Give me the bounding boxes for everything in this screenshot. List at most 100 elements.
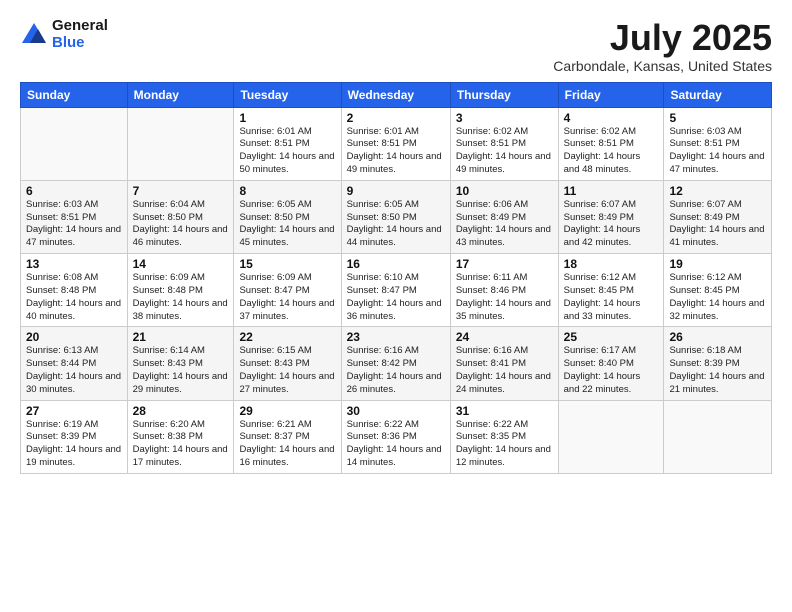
- day-number: 17: [456, 257, 553, 271]
- day-info: Sunrise: 6:21 AM Sunset: 8:37 PM Dayligh…: [239, 419, 335, 470]
- day-number: 25: [564, 330, 659, 344]
- calendar-cell: 30Sunrise: 6:22 AM Sunset: 8:36 PM Dayli…: [341, 400, 450, 473]
- calendar-cell: [127, 107, 234, 180]
- day-info: Sunrise: 6:01 AM Sunset: 8:51 PM Dayligh…: [239, 126, 335, 177]
- calendar-header-row: SundayMondayTuesdayWednesdayThursdayFrid…: [21, 82, 772, 107]
- day-number: 7: [133, 184, 229, 198]
- day-info: Sunrise: 6:05 AM Sunset: 8:50 PM Dayligh…: [239, 199, 335, 250]
- calendar-cell: 14Sunrise: 6:09 AM Sunset: 8:48 PM Dayli…: [127, 254, 234, 327]
- calendar-cell: 6Sunrise: 6:03 AM Sunset: 8:51 PM Daylig…: [21, 180, 128, 253]
- day-info: Sunrise: 6:16 AM Sunset: 8:42 PM Dayligh…: [347, 345, 445, 396]
- day-number: 5: [669, 111, 766, 125]
- day-number: 23: [347, 330, 445, 344]
- logo: General Blue: [20, 18, 108, 51]
- day-info: Sunrise: 6:08 AM Sunset: 8:48 PM Dayligh…: [26, 272, 122, 323]
- day-info: Sunrise: 6:20 AM Sunset: 8:38 PM Dayligh…: [133, 419, 229, 470]
- day-number: 20: [26, 330, 122, 344]
- calendar-cell: 8Sunrise: 6:05 AM Sunset: 8:50 PM Daylig…: [234, 180, 341, 253]
- subtitle: Carbondale, Kansas, United States: [553, 58, 772, 74]
- day-number: 22: [239, 330, 335, 344]
- calendar-week-row: 1Sunrise: 6:01 AM Sunset: 8:51 PM Daylig…: [21, 107, 772, 180]
- calendar-cell: 5Sunrise: 6:03 AM Sunset: 8:51 PM Daylig…: [664, 107, 772, 180]
- logo-text: General Blue: [52, 18, 108, 51]
- calendar-cell: 27Sunrise: 6:19 AM Sunset: 8:39 PM Dayli…: [21, 400, 128, 473]
- calendar-cell: 7Sunrise: 6:04 AM Sunset: 8:50 PM Daylig…: [127, 180, 234, 253]
- day-info: Sunrise: 6:03 AM Sunset: 8:51 PM Dayligh…: [26, 199, 122, 250]
- calendar-cell: 26Sunrise: 6:18 AM Sunset: 8:39 PM Dayli…: [664, 327, 772, 400]
- calendar-cell: 24Sunrise: 6:16 AM Sunset: 8:41 PM Dayli…: [450, 327, 558, 400]
- calendar-week-row: 20Sunrise: 6:13 AM Sunset: 8:44 PM Dayli…: [21, 327, 772, 400]
- calendar-cell: 19Sunrise: 6:12 AM Sunset: 8:45 PM Dayli…: [664, 254, 772, 327]
- day-number: 27: [26, 404, 122, 418]
- calendar-week-row: 6Sunrise: 6:03 AM Sunset: 8:51 PM Daylig…: [21, 180, 772, 253]
- day-info: Sunrise: 6:15 AM Sunset: 8:43 PM Dayligh…: [239, 345, 335, 396]
- day-info: Sunrise: 6:14 AM Sunset: 8:43 PM Dayligh…: [133, 345, 229, 396]
- calendar-cell: [664, 400, 772, 473]
- day-info: Sunrise: 6:18 AM Sunset: 8:39 PM Dayligh…: [669, 345, 766, 396]
- day-info: Sunrise: 6:19 AM Sunset: 8:39 PM Dayligh…: [26, 419, 122, 470]
- day-number: 12: [669, 184, 766, 198]
- calendar-week-row: 13Sunrise: 6:08 AM Sunset: 8:48 PM Dayli…: [21, 254, 772, 327]
- calendar-cell: 4Sunrise: 6:02 AM Sunset: 8:51 PM Daylig…: [558, 107, 664, 180]
- day-info: Sunrise: 6:02 AM Sunset: 8:51 PM Dayligh…: [564, 126, 659, 177]
- day-number: 28: [133, 404, 229, 418]
- calendar-cell: 13Sunrise: 6:08 AM Sunset: 8:48 PM Dayli…: [21, 254, 128, 327]
- calendar-cell: 9Sunrise: 6:05 AM Sunset: 8:50 PM Daylig…: [341, 180, 450, 253]
- calendar-cell: 2Sunrise: 6:01 AM Sunset: 8:51 PM Daylig…: [341, 107, 450, 180]
- calendar-cell: 22Sunrise: 6:15 AM Sunset: 8:43 PM Dayli…: [234, 327, 341, 400]
- calendar-header-friday: Friday: [558, 82, 664, 107]
- day-info: Sunrise: 6:09 AM Sunset: 8:47 PM Dayligh…: [239, 272, 335, 323]
- day-info: Sunrise: 6:10 AM Sunset: 8:47 PM Dayligh…: [347, 272, 445, 323]
- day-info: Sunrise: 6:22 AM Sunset: 8:35 PM Dayligh…: [456, 419, 553, 470]
- calendar-cell: 18Sunrise: 6:12 AM Sunset: 8:45 PM Dayli…: [558, 254, 664, 327]
- day-number: 8: [239, 184, 335, 198]
- calendar-cell: 3Sunrise: 6:02 AM Sunset: 8:51 PM Daylig…: [450, 107, 558, 180]
- calendar-cell: [21, 107, 128, 180]
- calendar-header-saturday: Saturday: [664, 82, 772, 107]
- calendar-cell: 10Sunrise: 6:06 AM Sunset: 8:49 PM Dayli…: [450, 180, 558, 253]
- calendar-table: SundayMondayTuesdayWednesdayThursdayFrid…: [20, 82, 772, 474]
- day-info: Sunrise: 6:22 AM Sunset: 8:36 PM Dayligh…: [347, 419, 445, 470]
- day-number: 14: [133, 257, 229, 271]
- calendar-cell: 23Sunrise: 6:16 AM Sunset: 8:42 PM Dayli…: [341, 327, 450, 400]
- day-info: Sunrise: 6:04 AM Sunset: 8:50 PM Dayligh…: [133, 199, 229, 250]
- title-block: July 2025 Carbondale, Kansas, United Sta…: [553, 18, 772, 74]
- calendar-header-sunday: Sunday: [21, 82, 128, 107]
- calendar-header-monday: Monday: [127, 82, 234, 107]
- day-number: 6: [26, 184, 122, 198]
- day-number: 11: [564, 184, 659, 198]
- calendar-cell: 17Sunrise: 6:11 AM Sunset: 8:46 PM Dayli…: [450, 254, 558, 327]
- day-number: 4: [564, 111, 659, 125]
- calendar-cell: 1Sunrise: 6:01 AM Sunset: 8:51 PM Daylig…: [234, 107, 341, 180]
- main-title: July 2025: [553, 18, 772, 58]
- day-number: 26: [669, 330, 766, 344]
- day-number: 18: [564, 257, 659, 271]
- day-info: Sunrise: 6:12 AM Sunset: 8:45 PM Dayligh…: [564, 272, 659, 323]
- calendar-cell: 20Sunrise: 6:13 AM Sunset: 8:44 PM Dayli…: [21, 327, 128, 400]
- day-number: 15: [239, 257, 335, 271]
- day-number: 19: [669, 257, 766, 271]
- logo-blue: Blue: [52, 35, 108, 52]
- calendar-cell: 29Sunrise: 6:21 AM Sunset: 8:37 PM Dayli…: [234, 400, 341, 473]
- calendar-cell: 31Sunrise: 6:22 AM Sunset: 8:35 PM Dayli…: [450, 400, 558, 473]
- page: General Blue July 2025 Carbondale, Kansa…: [0, 0, 792, 612]
- day-info: Sunrise: 6:12 AM Sunset: 8:45 PM Dayligh…: [669, 272, 766, 323]
- day-number: 10: [456, 184, 553, 198]
- day-number: 31: [456, 404, 553, 418]
- day-number: 30: [347, 404, 445, 418]
- calendar-cell: 15Sunrise: 6:09 AM Sunset: 8:47 PM Dayli…: [234, 254, 341, 327]
- day-info: Sunrise: 6:07 AM Sunset: 8:49 PM Dayligh…: [564, 199, 659, 250]
- day-info: Sunrise: 6:01 AM Sunset: 8:51 PM Dayligh…: [347, 126, 445, 177]
- day-info: Sunrise: 6:06 AM Sunset: 8:49 PM Dayligh…: [456, 199, 553, 250]
- day-number: 3: [456, 111, 553, 125]
- header: General Blue July 2025 Carbondale, Kansa…: [20, 18, 772, 74]
- day-number: 1: [239, 111, 335, 125]
- logo-icon: [20, 21, 48, 49]
- calendar-week-row: 27Sunrise: 6:19 AM Sunset: 8:39 PM Dayli…: [21, 400, 772, 473]
- day-number: 9: [347, 184, 445, 198]
- calendar-cell: 11Sunrise: 6:07 AM Sunset: 8:49 PM Dayli…: [558, 180, 664, 253]
- day-number: 24: [456, 330, 553, 344]
- day-number: 21: [133, 330, 229, 344]
- calendar-cell: 16Sunrise: 6:10 AM Sunset: 8:47 PM Dayli…: [341, 254, 450, 327]
- calendar-header-thursday: Thursday: [450, 82, 558, 107]
